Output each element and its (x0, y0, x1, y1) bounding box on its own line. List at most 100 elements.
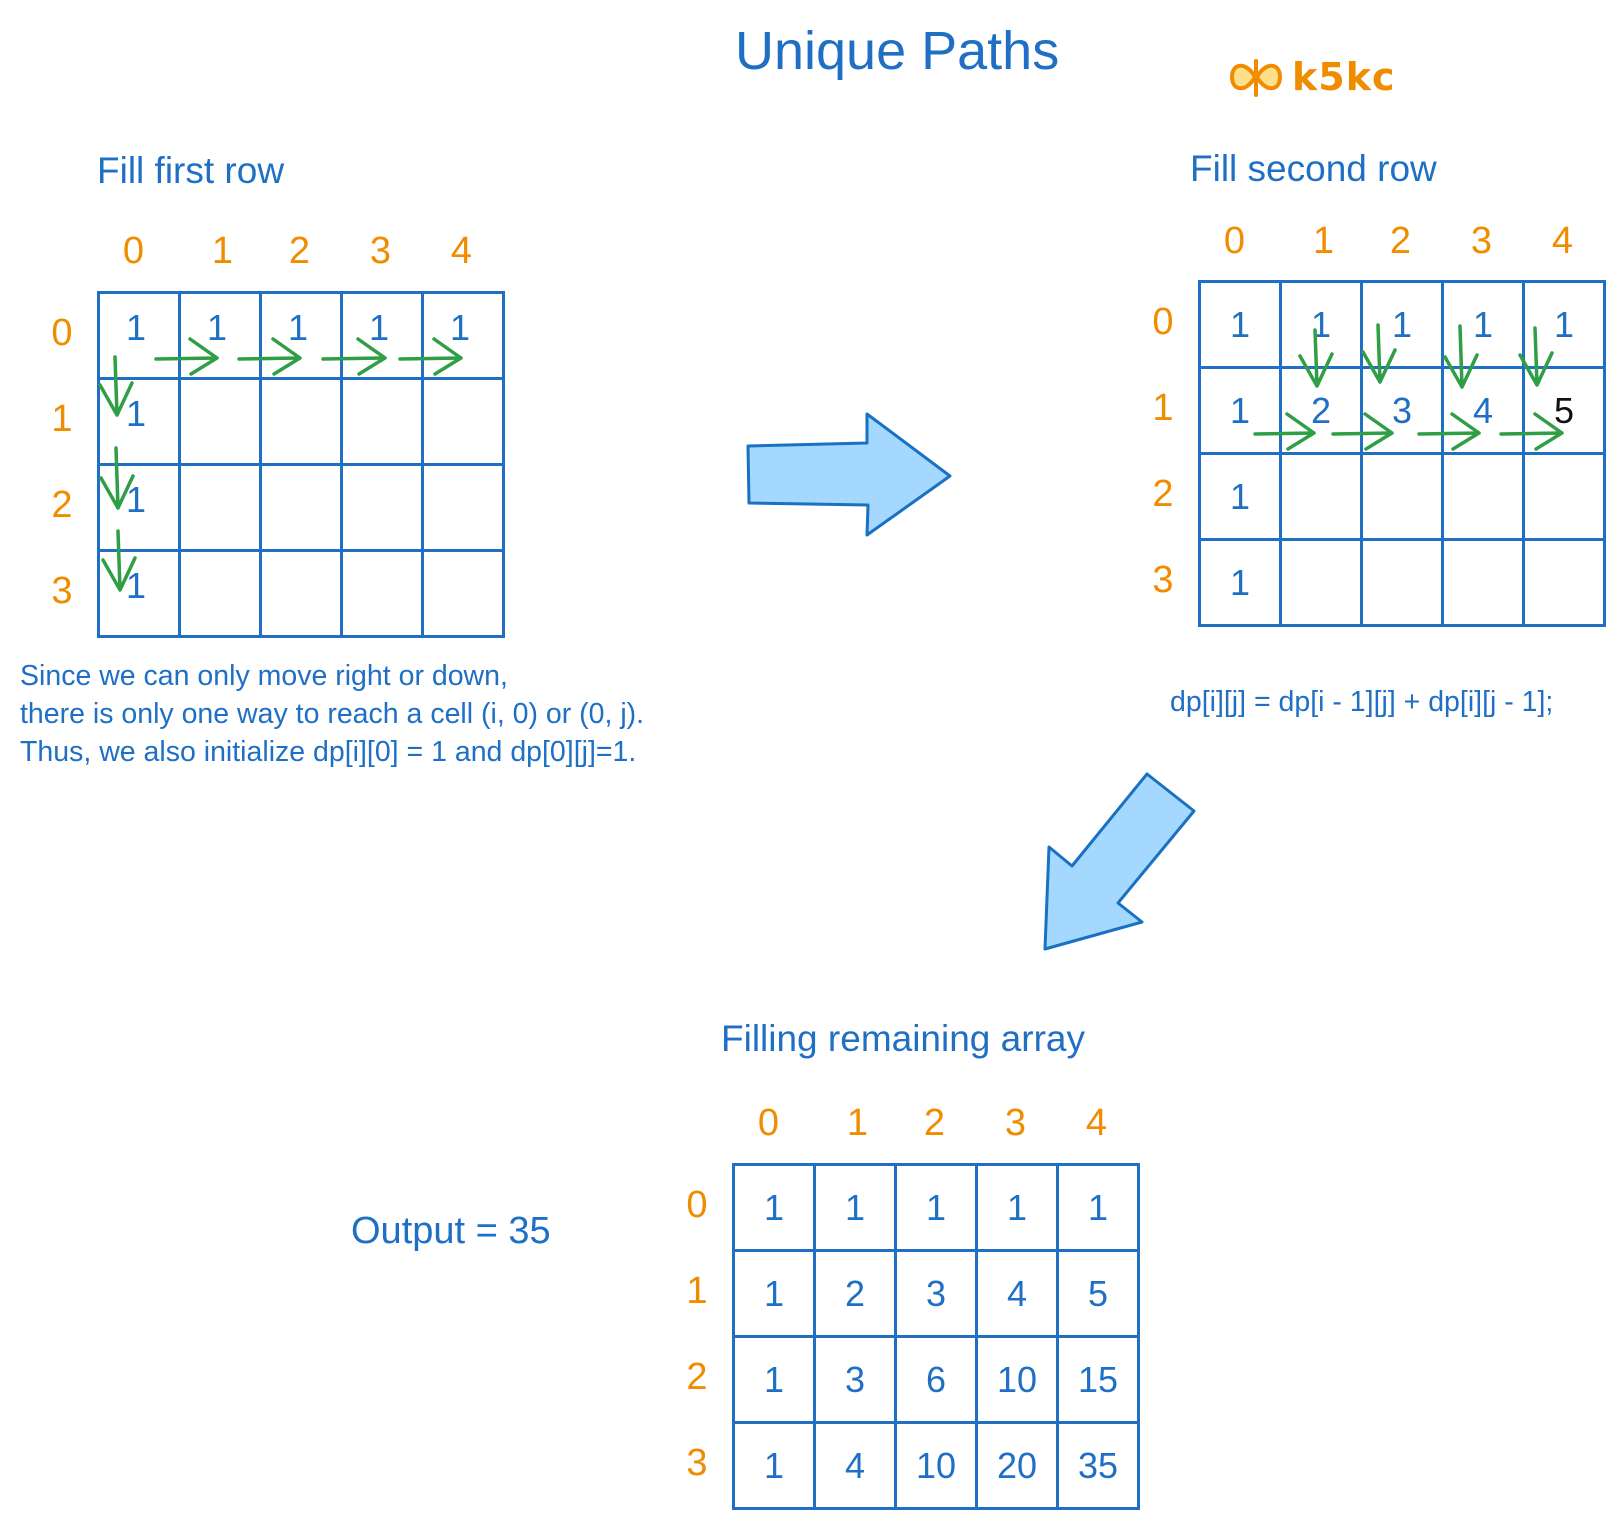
column-index-label: 1 (846, 1102, 869, 1144)
grid-cell: 1 (97, 377, 181, 466)
grid-cell: 5 (1522, 366, 1606, 455)
grid-cell (259, 463, 343, 552)
output-result: Output = 35 (351, 1210, 551, 1252)
cell-value: 1 (368, 306, 390, 348)
first-row-note: Since we can only move right or down, th… (20, 657, 644, 771)
grid-row: 1 2 3 4 5 (1198, 366, 1606, 455)
cell-value: 15 (1077, 1358, 1119, 1400)
column-index-label: 0 (122, 230, 145, 272)
grid-cell (259, 377, 343, 466)
cell-value: 10 (915, 1444, 957, 1486)
column-index-label: 3 (1004, 1102, 1027, 1144)
grid-cell (340, 377, 424, 466)
cell-value: 20 (996, 1444, 1038, 1486)
cell-value: 1 (763, 1186, 785, 1228)
grid-cell: 1 (732, 1421, 816, 1510)
note-line: Since we can only move right or down, (20, 660, 508, 692)
cell-value: 3 (844, 1358, 866, 1400)
cell-value: 4 (844, 1444, 866, 1486)
grid-cell: 1 (97, 291, 181, 380)
grid-cell (1441, 452, 1525, 541)
recurrence-formula: dp[i][j] = dp[i - 1][j] + dp[i][j - 1]; (1170, 686, 1554, 718)
down-left-block-arrow-icon (1043, 772, 1196, 951)
grid-row: 1 (97, 549, 505, 638)
column-index-label: 4 (1551, 220, 1574, 262)
grid-cell: 1 (894, 1163, 978, 1252)
page-title: Unique Paths (735, 21, 1060, 81)
grid-cell: 1 (1198, 280, 1282, 369)
grid-cell (340, 549, 424, 638)
cell-value: 1 (125, 392, 147, 434)
grid-row: 1 4 10 20 35 (732, 1421, 1140, 1510)
grid-cell (421, 549, 505, 638)
cell-value: 2 (844, 1272, 866, 1314)
grid-row: 1 2 3 4 5 (732, 1249, 1140, 1338)
grid-cell (421, 377, 505, 466)
cell-value: 1 (287, 306, 309, 348)
brand-text: k5kc (1292, 55, 1396, 99)
dp-grid-complete: 1 1 1 1 1 1 2 3 4 5 1 3 6 10 15 1 4 10 20 35 (732, 1163, 1140, 1510)
row-index-label: 1 (686, 1270, 708, 1312)
cell-value: 1 (844, 1186, 866, 1228)
grid-cell (1360, 538, 1444, 627)
cell-value: 1 (1472, 303, 1494, 345)
cell-value: 2 (1310, 389, 1332, 431)
cell-value: 1 (1229, 389, 1251, 431)
grid-cell: 1 (1522, 280, 1606, 369)
grid-cell: 1 (1441, 280, 1525, 369)
grid-cell: 6 (894, 1335, 978, 1424)
grid-cell (1360, 452, 1444, 541)
grid-cell: 1 (97, 549, 181, 638)
grid-cell: 3 (813, 1335, 897, 1424)
grid-row: 1 1 1 1 1 (1198, 280, 1606, 369)
cell-value: 1 (1006, 1186, 1028, 1228)
grid-cell: 2 (813, 1249, 897, 1338)
dp-grid-second-row: 1 1 1 1 1 1 2 3 4 5 1 1 (1198, 280, 1606, 627)
cell-value: 5 (1087, 1272, 1109, 1314)
grid-row: 1 3 6 10 15 (732, 1335, 1140, 1424)
cell-value: 6 (925, 1358, 947, 1400)
column-index-label: 0 (1223, 220, 1246, 262)
row-index-label: 3 (686, 1442, 708, 1484)
grid-cell: 4 (1441, 366, 1525, 455)
second-row-heading: Fill second row (1190, 148, 1437, 189)
cell-value: 1 (449, 306, 471, 348)
butterfly-icon (1229, 59, 1283, 97)
column-index-label: 4 (1085, 1102, 1108, 1144)
dp-grid-first-row: 1 1 1 1 1 1 1 1 (97, 291, 505, 638)
grid-cell: 1 (340, 291, 424, 380)
cell-value: 1 (125, 306, 147, 348)
row-index-label: 2 (1152, 473, 1174, 515)
right-block-arrow-icon (746, 412, 952, 537)
first-row-heading: Fill first row (97, 150, 285, 191)
grid-cell: 10 (975, 1335, 1059, 1424)
cell-value: 1 (1391, 303, 1413, 345)
grid-cell (178, 377, 262, 466)
grid-row: 1 1 1 1 1 (97, 291, 505, 380)
cell-value: 1 (1229, 561, 1251, 603)
grid-cell: 3 (1360, 366, 1444, 455)
row-index-label: 1 (1152, 387, 1174, 429)
row-index-label: 2 (686, 1356, 708, 1398)
grid-cell (1522, 538, 1606, 627)
cell-value: 1 (925, 1186, 947, 1228)
cell-value: 1 (1087, 1186, 1109, 1228)
grid-cell: 4 (975, 1249, 1059, 1338)
brand-logo: k5kc (1228, 52, 1396, 102)
grid-cell (259, 549, 343, 638)
grid-cell: 4 (813, 1421, 897, 1510)
grid-cell: 1 (1360, 280, 1444, 369)
grid-cell: 1 (1198, 538, 1282, 627)
cell-value: 1 (763, 1358, 785, 1400)
grid-cell: 1 (259, 291, 343, 380)
grid-row: 1 (1198, 538, 1606, 627)
cell-value: 5 (1553, 389, 1575, 431)
grid-cell: 1 (732, 1335, 816, 1424)
cell-value: 1 (763, 1444, 785, 1486)
grid-cell (178, 549, 262, 638)
grid-cell: 1 (1198, 452, 1282, 541)
cell-value: 1 (125, 478, 147, 520)
row-index-label: 2 (51, 484, 73, 526)
grid-cell (340, 463, 424, 552)
row-index-label: 0 (686, 1184, 708, 1226)
